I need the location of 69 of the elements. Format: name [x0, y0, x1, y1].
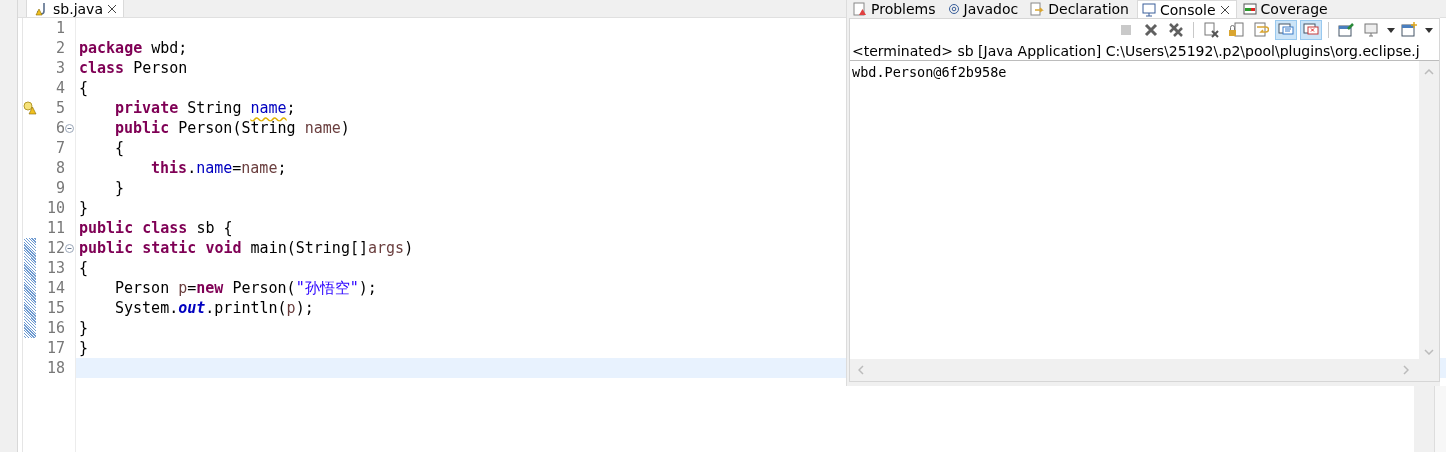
line-number: 13 [46, 259, 65, 277]
toolbar-button[interactable] [1335, 20, 1357, 40]
code-line: } [78, 318, 89, 338]
line-number: 12 [46, 239, 65, 257]
editor-tab[interactable]: sb.java [26, 0, 124, 17]
view-tab[interactable]: Console [1137, 0, 1237, 18]
stop-icon [1118, 22, 1134, 38]
line-number: 16 [46, 319, 65, 337]
collapse-icon[interactable] [65, 243, 74, 253]
code-line: { [78, 258, 89, 278]
chevron-left-icon[interactable] [858, 365, 864, 375]
close-icon[interactable] [1219, 4, 1230, 15]
line-number: 17 [46, 339, 65, 357]
coverage-icon [1242, 2, 1257, 16]
line-number: 7 [55, 139, 65, 157]
toolbar-button[interactable] [1398, 20, 1420, 40]
editor-scrollbar[interactable] [1414, 386, 1446, 452]
line-number: 3 [55, 59, 65, 77]
collapse-icon[interactable] [65, 123, 74, 133]
console-output: wbd.Person@6f2b958e [852, 63, 1008, 81]
code-line: { [114, 138, 125, 158]
code-line: public Person(String name) [114, 118, 350, 138]
dropdown-arrow-icon[interactable] [1425, 27, 1433, 33]
code-line: this.name=name; [150, 158, 287, 178]
close-icon[interactable] [106, 3, 117, 14]
line-number: 4 [55, 79, 65, 97]
cross-icon [1143, 22, 1159, 38]
lock-document-icon [1228, 22, 1244, 38]
pin-window-icon [1338, 22, 1354, 38]
double-cross-icon [1168, 22, 1184, 38]
line-number: 18 [46, 359, 65, 377]
launch-status: <terminated> sb [Java Application] C:\Users\25192\.p2\pool\plugins\org.eclipse.j [850, 41, 1439, 61]
line-number: 11 [46, 219, 65, 237]
chevron-right-icon[interactable] [1403, 365, 1409, 375]
new-window-icon [1401, 22, 1417, 38]
line-number: 2 [55, 39, 65, 57]
code-line: { [78, 78, 89, 98]
monitor-output-icon [1278, 22, 1294, 38]
code-line: private String name; [114, 98, 296, 118]
declaration-icon [1030, 2, 1045, 16]
horizontal-scrollbar[interactable] [850, 359, 1439, 381]
code-line: System.out.println(p); [114, 298, 314, 318]
vertical-scrollbar[interactable] [1419, 61, 1439, 359]
monitor-error-icon [1303, 22, 1319, 38]
code-line: } [78, 198, 89, 218]
code-line: package wbd; [78, 38, 188, 58]
warning-bulb-icon[interactable] [23, 101, 37, 115]
code-line: class Person [78, 58, 188, 78]
toolbar-button[interactable] [1300, 20, 1322, 40]
monitor-icon [1363, 22, 1379, 38]
code-line: Person p=new Person("孙悟空"); [114, 278, 377, 298]
line-number: 14 [46, 279, 65, 297]
line-number: 1 [55, 19, 65, 37]
code-line: } [114, 178, 125, 198]
code-line: public static void main(String[]args) [78, 238, 414, 258]
line-number: 15 [46, 299, 65, 317]
dropdown-arrow-icon[interactable] [1387, 27, 1395, 33]
chevron-up-icon[interactable] [1424, 69, 1434, 75]
warning-list-icon [853, 2, 867, 16]
clear-document-icon [1203, 22, 1219, 38]
chevron-down-icon[interactable] [1424, 349, 1434, 355]
code-line: public class sb { [78, 218, 233, 238]
code-line: } [78, 338, 89, 358]
line-number: 8 [55, 159, 65, 177]
line-number: 5 [55, 99, 65, 117]
wrap-document-icon [1253, 22, 1269, 38]
line-number: 10 [46, 199, 65, 217]
line-number: 9 [55, 179, 65, 197]
line-number: 6 [55, 119, 65, 137]
